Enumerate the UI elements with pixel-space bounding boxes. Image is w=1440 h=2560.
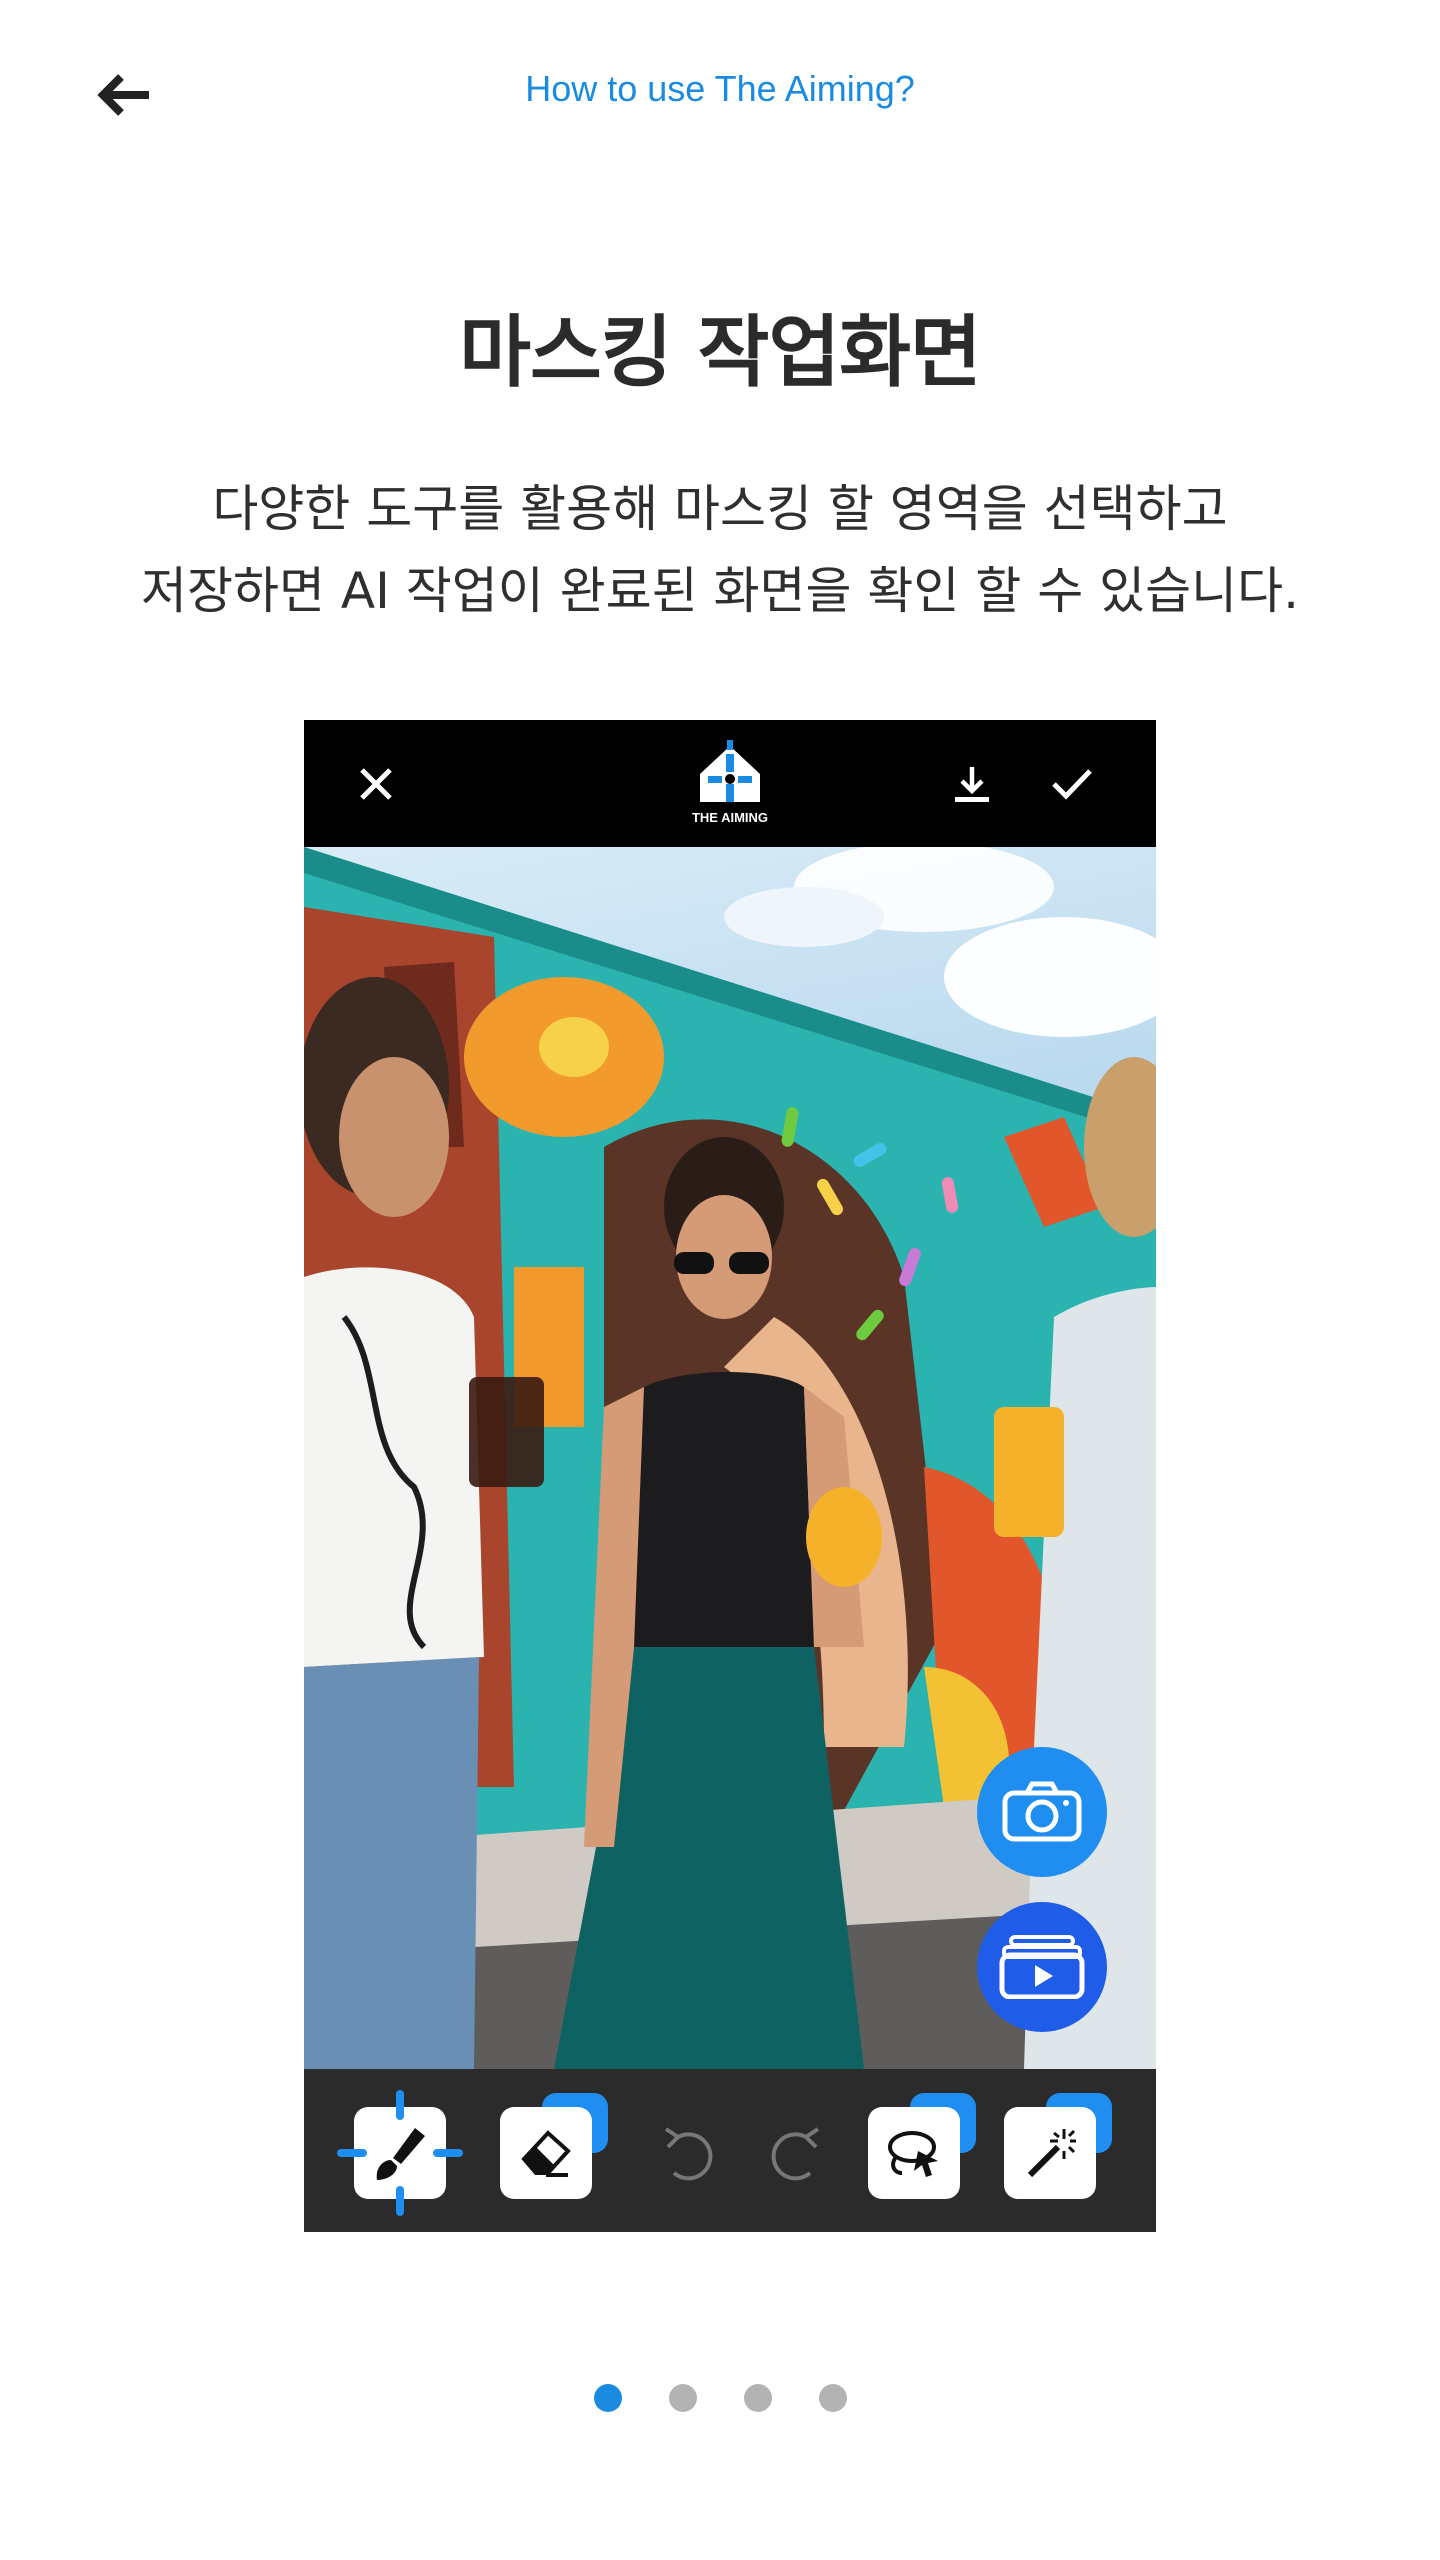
lasso-tool[interactable] xyxy=(868,2093,976,2199)
tool-bar xyxy=(304,2069,1156,2232)
logo-text: THE AIMING xyxy=(691,810,769,825)
download-icon[interactable] xyxy=(940,752,1004,816)
preview-top-bar: THE AIMING xyxy=(304,720,1156,847)
magic-wand-tool[interactable] xyxy=(1004,2093,1112,2199)
lasso-icon xyxy=(888,2131,938,2177)
app-preview: THE AIMING xyxy=(304,720,1156,2232)
app-logo: THE AIMING xyxy=(670,740,790,832)
section-heading: 마스킹 작업화면 xyxy=(459,308,981,398)
eraser-icon xyxy=(521,2130,571,2177)
close-icon[interactable] xyxy=(344,752,408,816)
page-dot-2[interactable] xyxy=(668,2384,697,2412)
check-icon[interactable] xyxy=(1040,752,1104,816)
page-dot-4[interactable] xyxy=(818,2384,847,2412)
redo-button[interactable] xyxy=(748,2107,840,2199)
description-line-1: 다양한 도구를 활용해 마스킹 할 영역을 선택하고 xyxy=(212,480,1228,538)
camera-icon xyxy=(1002,1781,1082,1842)
undo-icon xyxy=(664,2127,713,2181)
video-button[interactable] xyxy=(977,1902,1107,2032)
eraser-tool[interactable] xyxy=(500,2093,608,2199)
video-icon xyxy=(999,1935,1085,1999)
description-line-2: 저장하면 AI 작업이 완료된 화면을 확인 할 수 있습니다. xyxy=(141,562,1299,620)
redo-icon xyxy=(771,2127,820,2181)
camera-button[interactable] xyxy=(977,1747,1107,1877)
page-dot-1[interactable] xyxy=(593,2384,622,2412)
page-title: How to use The Aiming? xyxy=(525,68,915,109)
description: 다양한 도구를 활용해 마스킹 할 영역을 선택하고 저장하면 AI 작업이 완… xyxy=(0,468,1440,632)
page-dot-3[interactable] xyxy=(743,2384,772,2412)
brush-tool[interactable] xyxy=(337,2090,463,2216)
undo-button[interactable] xyxy=(644,2107,736,2199)
magic-wand-icon xyxy=(1027,2129,1076,2178)
pagination xyxy=(0,2384,1440,2412)
editing-photo[interactable] xyxy=(304,847,1156,2069)
